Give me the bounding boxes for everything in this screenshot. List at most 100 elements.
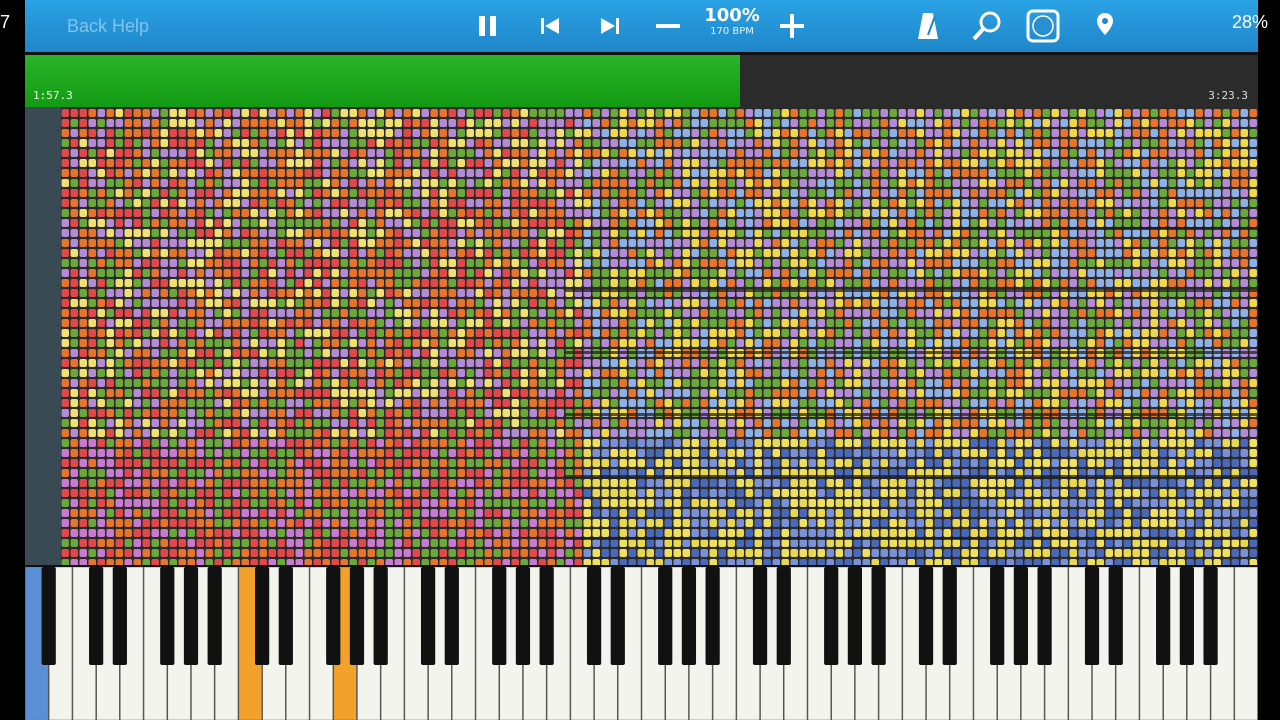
falling-note bbox=[151, 359, 159, 367]
falling-note bbox=[898, 109, 906, 117]
falling-note bbox=[682, 199, 690, 207]
falling-note bbox=[754, 339, 762, 347]
zoom-button[interactable] bbox=[969, 8, 1005, 44]
falling-note bbox=[124, 379, 132, 387]
falling-note bbox=[151, 499, 159, 507]
falling-note bbox=[511, 479, 519, 487]
falling-note bbox=[952, 129, 960, 137]
falling-note bbox=[340, 319, 348, 327]
falling-note bbox=[934, 379, 942, 387]
falling-note bbox=[214, 249, 222, 257]
falling-note bbox=[817, 199, 825, 207]
falling-note bbox=[340, 379, 348, 387]
falling-note bbox=[826, 429, 834, 437]
falling-note bbox=[412, 199, 420, 207]
falling-note bbox=[574, 529, 582, 537]
falling-note bbox=[1024, 159, 1032, 167]
metronome-button[interactable] bbox=[913, 8, 943, 44]
speed-decrease-button[interactable] bbox=[653, 8, 683, 44]
falling-note bbox=[925, 149, 933, 157]
falling-note bbox=[322, 269, 330, 277]
falling-note bbox=[115, 339, 123, 347]
falling-note bbox=[169, 549, 177, 557]
falling-note bbox=[934, 239, 942, 247]
falling-note bbox=[916, 559, 924, 565]
falling-note bbox=[250, 469, 258, 477]
falling-note bbox=[205, 469, 213, 477]
falling-note bbox=[997, 489, 1005, 497]
falling-note bbox=[1006, 559, 1014, 565]
falling-note bbox=[106, 339, 114, 347]
falling-note bbox=[988, 419, 996, 427]
falling-note bbox=[196, 529, 204, 537]
falling-note bbox=[268, 279, 276, 287]
falling-note bbox=[457, 279, 465, 287]
falling-note bbox=[232, 169, 240, 177]
falling-note bbox=[565, 209, 573, 217]
falling-note bbox=[637, 539, 645, 547]
falling-note bbox=[151, 229, 159, 237]
falling-note bbox=[367, 289, 375, 297]
falling-note bbox=[691, 279, 699, 287]
falling-note bbox=[331, 459, 339, 467]
falling-note bbox=[835, 459, 843, 467]
falling-note bbox=[259, 249, 267, 257]
falling-note bbox=[331, 389, 339, 397]
falling-note bbox=[430, 489, 438, 497]
menu-label[interactable]: Back Help bbox=[67, 16, 149, 37]
falling-note bbox=[466, 309, 474, 317]
falling-note bbox=[385, 469, 393, 477]
pause-button[interactable] bbox=[473, 8, 503, 44]
falling-note bbox=[763, 339, 771, 347]
falling-note bbox=[727, 299, 735, 307]
falling-note bbox=[979, 419, 987, 427]
falling-note bbox=[448, 499, 456, 507]
falling-note bbox=[394, 449, 402, 457]
falling-note bbox=[232, 469, 240, 477]
falling-note bbox=[664, 279, 672, 287]
falling-note bbox=[277, 109, 285, 117]
falling-note bbox=[169, 109, 177, 117]
song-progress-bar[interactable]: 1:57.3 3:23.3 bbox=[25, 55, 1258, 107]
falling-note bbox=[331, 109, 339, 117]
speed-display[interactable]: 100% 170 BPM bbox=[697, 6, 767, 38]
falling-note bbox=[259, 159, 267, 167]
falling-note bbox=[646, 369, 654, 377]
falling-note bbox=[124, 279, 132, 287]
falling-note bbox=[169, 459, 177, 467]
falling-note bbox=[205, 539, 213, 547]
falling-note bbox=[880, 419, 888, 427]
total-time: 3:23.3 bbox=[1208, 89, 1248, 102]
falling-note bbox=[151, 389, 159, 397]
falling-note bbox=[277, 399, 285, 407]
falling-note bbox=[475, 409, 483, 417]
falling-note bbox=[547, 519, 555, 527]
falling-note bbox=[421, 439, 429, 447]
falling-note bbox=[574, 369, 582, 377]
falling-note bbox=[772, 399, 780, 407]
falling-note bbox=[988, 199, 996, 207]
falling-note bbox=[952, 269, 960, 277]
falling-note bbox=[583, 149, 591, 157]
falling-note bbox=[781, 499, 789, 507]
falling-note bbox=[871, 149, 879, 157]
next-button[interactable] bbox=[595, 8, 625, 44]
previous-button[interactable] bbox=[535, 8, 565, 44]
falling-note bbox=[961, 329, 969, 337]
falling-note bbox=[223, 249, 231, 257]
falling-note bbox=[583, 229, 591, 237]
falling-note bbox=[133, 309, 141, 317]
falling-note bbox=[934, 369, 942, 377]
falling-note bbox=[673, 419, 681, 427]
falling-note bbox=[223, 419, 231, 427]
falling-note bbox=[799, 399, 807, 407]
falling-note bbox=[745, 529, 753, 537]
falling-note bbox=[394, 379, 402, 387]
falling-note bbox=[295, 189, 303, 197]
falling-note bbox=[601, 109, 609, 117]
falling-note bbox=[1024, 219, 1032, 227]
falling-note bbox=[610, 549, 618, 557]
falling-note bbox=[466, 249, 474, 257]
note-label-button[interactable] bbox=[1025, 8, 1061, 44]
speed-increase-button[interactable] bbox=[777, 8, 807, 44]
